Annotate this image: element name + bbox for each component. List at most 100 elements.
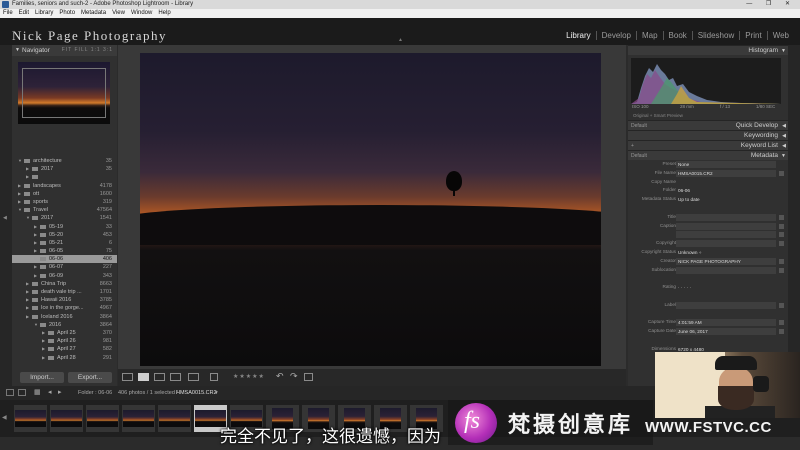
disclosure-closed-icon[interactable]: ▶ bbox=[26, 173, 29, 181]
smart-preview-status[interactable]: Original + Smart Preview bbox=[628, 112, 788, 120]
rotate-right-icon[interactable]: ↷ bbox=[290, 371, 298, 382]
secondary-window-icon-2[interactable] bbox=[18, 389, 26, 396]
folder-row[interactable]: ▶ April 26 981 bbox=[12, 337, 117, 345]
folder-row[interactable]: ▶ China Trip 8663 bbox=[12, 280, 117, 288]
navigator-header[interactable]: ▼ Navigator FIT FILL 1:1 3:1 bbox=[12, 45, 117, 56]
folder-row[interactable]: ▶ Iceland 2016 3864 bbox=[12, 313, 117, 321]
navigator-zoom-options[interactable]: FIT FILL 1:1 3:1 bbox=[62, 45, 113, 56]
field-action-icon[interactable] bbox=[779, 329, 784, 335]
folder-row[interactable]: ▶ death vale trip ... 1701 bbox=[12, 288, 117, 296]
left-collapse-arrow-icon[interactable]: ◀ bbox=[3, 215, 7, 221]
field-value[interactable]: June 06, 2017 bbox=[676, 328, 776, 336]
disclosure-closed-icon[interactable]: ▶ bbox=[42, 345, 45, 353]
secondary-window-icon-1[interactable] bbox=[6, 389, 14, 396]
collapse-triangle-icon[interactable]: ▼ bbox=[15, 45, 20, 56]
filmstrip-thumbnail[interactable] bbox=[122, 405, 155, 432]
disclosure-closed-icon[interactable]: ▶ bbox=[34, 223, 37, 231]
collapse-top-arrow-icon[interactable]: ▲ bbox=[398, 37, 403, 43]
menu-view[interactable]: View bbox=[112, 9, 125, 18]
filmstrip-grid-icon[interactable]: ▦ bbox=[34, 388, 41, 396]
disclosure-closed-icon[interactable]: ▶ bbox=[26, 165, 29, 173]
disclosure-closed-icon[interactable]: ▶ bbox=[26, 280, 29, 288]
disclosure-open-icon[interactable]: ▼ bbox=[34, 321, 38, 329]
folder-row[interactable]: ▶ 05-19 33 bbox=[12, 223, 117, 231]
folder-row[interactable]: ▶ sports 319 bbox=[12, 198, 117, 206]
folder-row[interactable]: ▼ Travel 47564 bbox=[12, 206, 117, 214]
histogram-header[interactable]: Histogram ▼ bbox=[628, 45, 788, 55]
right-panel-edge[interactable] bbox=[788, 45, 800, 386]
folder-row[interactable]: ▶ 06-06 406 bbox=[12, 255, 117, 264]
field-value[interactable] bbox=[676, 266, 776, 274]
import-button[interactable]: Import... bbox=[20, 372, 64, 383]
folder-row[interactable]: ▶ ott 1600 bbox=[12, 190, 117, 198]
filmstrip-thumbnail[interactable] bbox=[86, 405, 119, 432]
disclosure-closed-icon[interactable]: ▶ bbox=[26, 288, 29, 296]
star-rating[interactable]: ★★★★★ bbox=[233, 373, 265, 380]
folder-row[interactable]: ▶ 05-21 6 bbox=[12, 239, 117, 247]
preset-dropdown[interactable]: None bbox=[676, 161, 776, 168]
metadata-header[interactable]: Default Metadata ▼ bbox=[628, 150, 788, 160]
survey-view-icon[interactable] bbox=[170, 373, 181, 381]
field-value[interactable] bbox=[676, 301, 776, 309]
filmstrip-folder[interactable]: Folder : 06-06 bbox=[78, 390, 112, 396]
field-action-icon[interactable] bbox=[779, 258, 784, 264]
rotate-left-icon[interactable]: ↶ bbox=[276, 371, 284, 382]
disclosure-closed-icon[interactable]: ▶ bbox=[34, 255, 37, 263]
folder-row[interactable]: ▼ 2017 1541 bbox=[12, 214, 117, 222]
module-print[interactable]: Print bbox=[739, 31, 766, 40]
module-develop[interactable]: Develop bbox=[595, 31, 636, 40]
menu-photo[interactable]: Photo bbox=[59, 9, 75, 18]
field-value[interactable] bbox=[676, 240, 776, 248]
menu-file[interactable]: File bbox=[3, 9, 13, 18]
folder-row[interactable]: ▶ April 25 370 bbox=[12, 329, 117, 337]
disclosure-closed-icon[interactable]: ▶ bbox=[18, 182, 21, 190]
field-action-icon[interactable] bbox=[779, 223, 784, 229]
menu-window[interactable]: Window bbox=[131, 9, 152, 18]
disclosure-closed-icon[interactable]: ▶ bbox=[34, 263, 37, 271]
folder-row[interactable]: ▶ 05-20 453 bbox=[12, 231, 117, 239]
folder-row[interactable]: ▶ landscapes 4178 bbox=[12, 182, 117, 190]
module-map[interactable]: Map bbox=[635, 31, 663, 40]
keywording-header[interactable]: Keywording ◀ bbox=[628, 130, 788, 140]
field-action-icon[interactable] bbox=[779, 267, 784, 273]
field-value[interactable] bbox=[676, 231, 776, 239]
folder-row[interactable]: ▶ 06-05 75 bbox=[12, 247, 117, 255]
disclosure-closed-icon[interactable]: ▶ bbox=[34, 231, 37, 239]
filename-dropdown-icon[interactable]: ▾ bbox=[215, 390, 218, 396]
disclosure-closed-icon[interactable]: ▶ bbox=[26, 296, 29, 304]
field-action-icon[interactable] bbox=[779, 320, 784, 326]
quick-develop-header[interactable]: Default Quick Develop ◀ bbox=[628, 120, 788, 130]
field-value[interactable] bbox=[676, 222, 776, 230]
disclosure-closed-icon[interactable]: ▶ bbox=[26, 304, 29, 312]
disclosure-open-icon[interactable]: ▼ bbox=[18, 206, 22, 214]
flag-icon[interactable] bbox=[210, 373, 218, 381]
disclosure-closed-icon[interactable]: ▶ bbox=[42, 337, 45, 345]
folder-row[interactable]: ▼ architecture 35 bbox=[12, 157, 117, 165]
collapse-triangle-icon[interactable]: ▼ bbox=[781, 46, 786, 56]
field-action-icon[interactable] bbox=[779, 241, 784, 247]
field-value[interactable]: NICK PAGE PHOTOGRAPHY bbox=[676, 257, 776, 265]
menu-library[interactable]: Library bbox=[35, 9, 53, 18]
histogram[interactable] bbox=[631, 58, 781, 104]
field-value[interactable] bbox=[676, 213, 776, 221]
field-action-icon[interactable] bbox=[779, 170, 784, 176]
filmstrip-thumbnail[interactable] bbox=[50, 405, 83, 432]
folder-row[interactable]: ▶ bbox=[12, 173, 117, 181]
loupe-view-icon[interactable] bbox=[138, 373, 149, 381]
menu-metadata[interactable]: Metadata bbox=[81, 9, 106, 18]
disclosure-closed-icon[interactable]: ▶ bbox=[42, 354, 45, 362]
filmstrip-left-arrow-icon[interactable]: ◀ bbox=[2, 414, 7, 421]
menu-help[interactable]: Help bbox=[158, 9, 170, 18]
field-value[interactable]: 4:01:59 AM bbox=[676, 319, 776, 327]
module-library[interactable]: Library bbox=[561, 31, 595, 40]
disclosure-closed-icon[interactable]: ▶ bbox=[18, 190, 21, 198]
folder-row[interactable]: ▶ April 28 291 bbox=[12, 354, 117, 362]
field-action-icon[interactable] bbox=[779, 214, 784, 220]
main-photo[interactable] bbox=[140, 53, 601, 366]
folder-row[interactable]: ▶ Ice in the gorge... 4967 bbox=[12, 304, 117, 312]
grid-view-icon[interactable] bbox=[122, 373, 133, 381]
disclosure-closed-icon[interactable]: ▶ bbox=[34, 247, 37, 255]
keyword-list-header[interactable]: + Keyword List ◀ bbox=[628, 140, 788, 150]
disclosure-closed-icon[interactable]: ▶ bbox=[34, 239, 37, 247]
menu-edit[interactable]: Edit bbox=[19, 9, 29, 18]
